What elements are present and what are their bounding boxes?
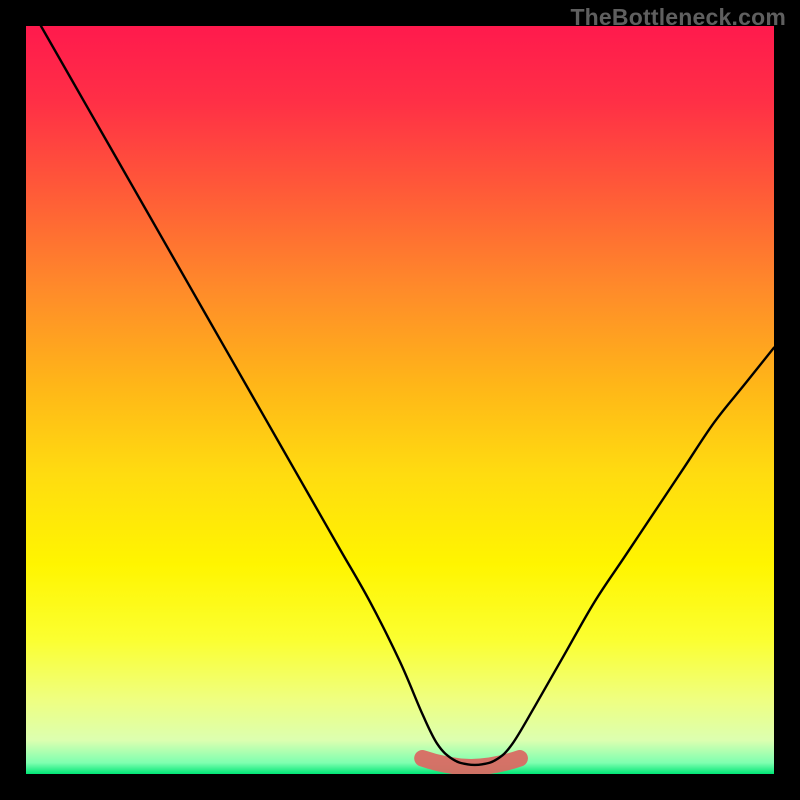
watermark-text: TheBottleneck.com [570,4,786,31]
bottleneck-chart [26,26,774,774]
plot-area [26,26,774,774]
chart-frame: TheBottleneck.com [0,0,800,800]
